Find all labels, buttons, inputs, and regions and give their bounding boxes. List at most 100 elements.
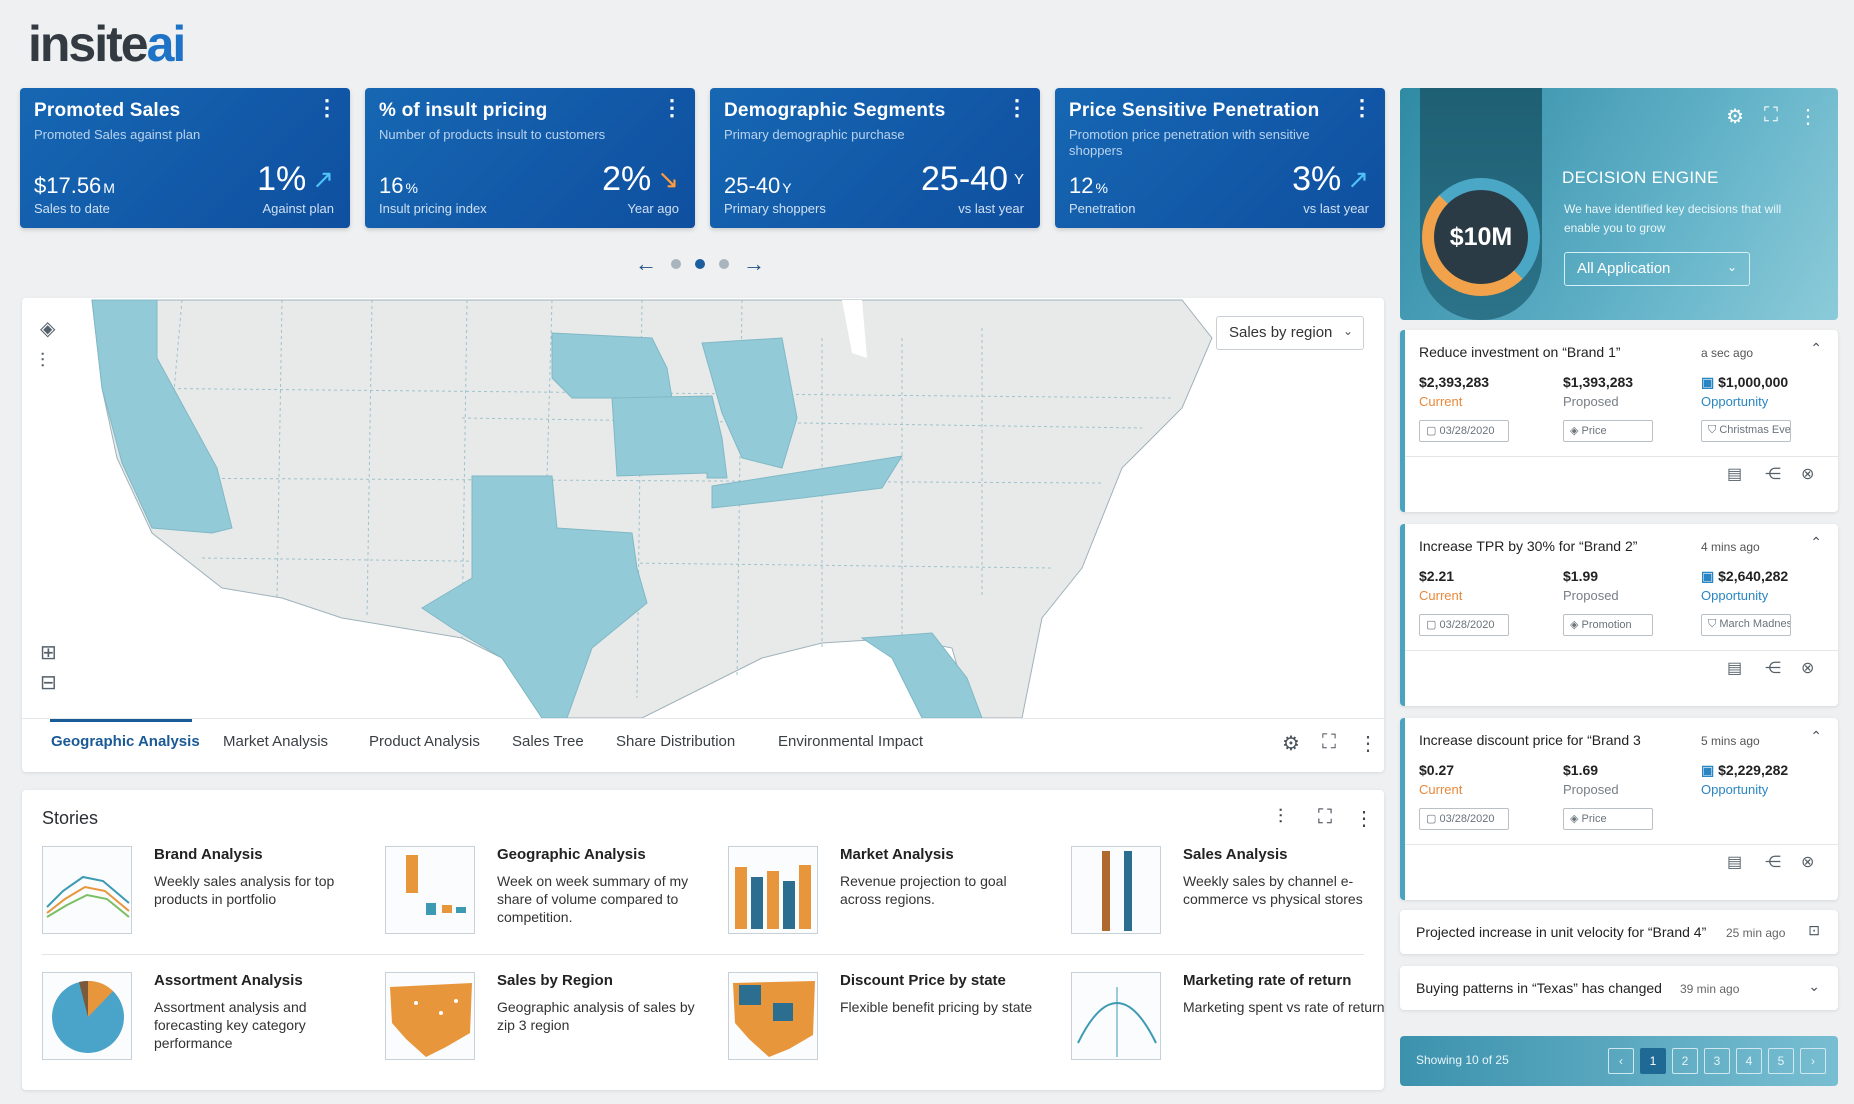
opportunity-icon: ▣ xyxy=(1701,568,1715,584)
fullscreen-icon[interactable]: ⛶ xyxy=(1322,731,1336,754)
kpi-card-insult-pricing[interactable]: % of insult pricing Number of products i… xyxy=(365,88,695,228)
close-icon[interactable]: ⊗ xyxy=(1801,852,1814,872)
more-vertical-icon[interactable]: ⋮ xyxy=(1351,97,1373,119)
story-discount-price-by-state[interactable]: Discount Price by state Flexible benefit… xyxy=(728,972,1058,1068)
story-marketing-rate-of-return[interactable]: Marketing rate of return Marketing spent… xyxy=(1071,972,1401,1068)
type-pill: ◈ Price xyxy=(1563,808,1653,830)
save-icon[interactable]: ▤ xyxy=(1727,658,1742,678)
chevron-down-icon: ⌄ xyxy=(1342,324,1353,338)
alert-item[interactable]: Buying patterns in “Texas” has changed 3… xyxy=(1400,966,1838,1010)
story-assortment-analysis[interactable]: Assortment Analysis Assortment analysis … xyxy=(42,972,372,1068)
chevron-up-icon[interactable]: ⌃ xyxy=(1810,340,1822,357)
expand-icon[interactable]: ⊡ xyxy=(1808,922,1820,939)
page-button[interactable]: 3 xyxy=(1704,1048,1730,1074)
calendar-icon: ▢ xyxy=(1426,425,1437,437)
bookmark-icon: ⛉ xyxy=(1708,618,1717,630)
stories-heading: Stories xyxy=(42,808,99,828)
more-vertical-icon[interactable]: ⋮ xyxy=(1006,97,1028,119)
carousel-dot[interactable] xyxy=(719,259,729,269)
type-pill: ◈ Price xyxy=(1563,420,1653,442)
us-map[interactable] xyxy=(22,298,1384,718)
kpi-title: Promoted Sales xyxy=(34,100,181,121)
story-market-analysis[interactable]: Market Analysis Revenue projection to go… xyxy=(728,846,1058,942)
chevron-up-icon[interactable]: ⌃ xyxy=(1810,534,1822,551)
chevron-down-icon[interactable]: ⌄ xyxy=(1808,978,1820,995)
kpi-card-demographic-segments[interactable]: Demographic Segments Primary demographic… xyxy=(710,88,1040,228)
zoom-out-icon[interactable]: ⊟ xyxy=(40,670,57,695)
alert-item[interactable]: Projected increase in unit velocity for … xyxy=(1400,910,1838,954)
more-vertical-icon[interactable]: ⋮ xyxy=(316,97,338,119)
story-thumbnail xyxy=(1071,846,1161,934)
story-geographic-analysis[interactable]: Geographic Analysis Week on week summary… xyxy=(385,846,715,942)
share-icon[interactable]: ⋲ xyxy=(1765,658,1781,678)
decision-engine-card: $10M DECISION ENGINE We have identified … xyxy=(1400,88,1838,320)
sales-by-region-select[interactable]: Sales by region ⌄ xyxy=(1216,316,1364,350)
kpi-subtitle: Number of products insult to customers xyxy=(379,127,606,142)
save-icon[interactable]: ▤ xyxy=(1727,464,1742,484)
pagination-bar: Showing 10 of 25 ‹ 1 2 3 4 5 › xyxy=(1400,1036,1838,1086)
tab-sales-tree[interactable]: Sales Tree xyxy=(512,733,584,750)
page-button[interactable]: 1 xyxy=(1640,1048,1666,1074)
story-brand-analysis[interactable]: Brand Analysis Weekly sales analysis for… xyxy=(42,846,372,942)
kpi-subtitle: Promotion price penetration with sensiti… xyxy=(1069,127,1310,158)
tab-share-distribution[interactable]: Share Distribution xyxy=(616,733,735,750)
opportunity-icon: ▣ xyxy=(1701,762,1715,778)
decision-amount-gauge: $10M xyxy=(1422,178,1540,296)
more-vertical-icon[interactable]: ⋮ xyxy=(1354,806,1374,831)
kpi-card-price-sensitive-penetration[interactable]: Price Sensitive Penetration Promotion pr… xyxy=(1055,88,1385,228)
opportunity-icon: ▣ xyxy=(1701,374,1715,390)
active-tab-indicator xyxy=(50,719,192,722)
story-thumbnail xyxy=(385,846,475,934)
date-pill: ▢ 03/28/2020 xyxy=(1419,614,1509,636)
application-select[interactable]: All Application ⌄ xyxy=(1564,252,1750,286)
carousel-dot[interactable] xyxy=(671,259,681,269)
more-vertical-icon[interactable]: ⋮ xyxy=(1798,104,1818,129)
more-vertical-icon[interactable]: ⋮ xyxy=(1358,731,1378,756)
next-page-button[interactable]: › xyxy=(1800,1048,1826,1074)
recommendation-card[interactable]: Increase discount price for “Brand 3 5 m… xyxy=(1400,718,1838,900)
state-missouri xyxy=(611,395,728,479)
page-button[interactable]: 5 xyxy=(1768,1048,1794,1074)
gear-icon[interactable]: ⚙ xyxy=(1726,104,1744,129)
tag-icon: ◈ xyxy=(1570,619,1579,631)
calendar-icon: ▢ xyxy=(1426,813,1437,825)
trend-down-icon: ↘ xyxy=(657,164,679,194)
close-icon[interactable]: ⊗ xyxy=(1801,658,1814,678)
page-button[interactable]: 2 xyxy=(1672,1048,1698,1074)
filter-sliders-icon[interactable]: ⫶ xyxy=(40,350,45,373)
tab-geographic-analysis[interactable]: Geographic Analysis xyxy=(51,733,200,750)
tag-icon: ◈ xyxy=(1570,425,1579,437)
recommendation-card[interactable]: Reduce investment on “Brand 1” a sec ago… xyxy=(1400,330,1838,512)
event-pill: ⛉ March Madness xyxy=(1701,614,1791,636)
more-vertical-icon[interactable]: ⋮ xyxy=(661,97,683,119)
analysis-tabs: Geographic Analysis Market Analysis Prod… xyxy=(22,718,1384,772)
tab-market-analysis[interactable]: Market Analysis xyxy=(223,733,328,750)
tab-product-analysis[interactable]: Product Analysis xyxy=(369,733,480,750)
prev-page-button[interactable]: ‹ xyxy=(1608,1048,1634,1074)
fullscreen-icon[interactable]: ⛶ xyxy=(1318,806,1332,829)
date-pill: ▢ 03/28/2020 xyxy=(1419,808,1509,830)
share-icon[interactable]: ⋲ xyxy=(1765,464,1781,484)
story-sales-analysis[interactable]: Sales Analysis Weekly sales by channel e… xyxy=(1071,846,1401,942)
calendar-icon: ▢ xyxy=(1426,619,1437,631)
save-icon[interactable]: ▤ xyxy=(1727,852,1742,872)
tab-environmental-impact[interactable]: Environmental Impact xyxy=(778,733,923,750)
share-icon[interactable]: ⋲ xyxy=(1765,852,1781,872)
kpi-title: Price Sensitive Penetration xyxy=(1069,100,1320,121)
recommendation-card[interactable]: Increase TPR by 30% for “Brand 2” 4 mins… xyxy=(1400,524,1838,706)
story-sales-by-region[interactable]: Sales by Region Geographic analysis of s… xyxy=(385,972,715,1068)
filter-sliders-icon[interactable]: ⫶ xyxy=(1278,806,1283,829)
page-button[interactable]: 4 xyxy=(1736,1048,1762,1074)
fullscreen-icon[interactable]: ⛶ xyxy=(1764,104,1778,129)
gear-icon[interactable]: ⚙ xyxy=(1282,731,1300,756)
arrow-right-icon[interactable]: → xyxy=(743,251,765,277)
kpi-card-promoted-sales[interactable]: Promoted Sales Promoted Sales against pl… xyxy=(20,88,350,228)
close-icon[interactable]: ⊗ xyxy=(1801,464,1814,484)
carousel-dot-active[interactable] xyxy=(695,259,705,269)
pagination-summary: Showing 10 of 25 xyxy=(1416,1053,1509,1067)
arrow-left-icon[interactable]: ← xyxy=(635,251,657,277)
event-pill: ⛉ Christmas Event xyxy=(1701,420,1791,442)
chevron-up-icon[interactable]: ⌃ xyxy=(1810,728,1822,745)
zoom-in-icon[interactable]: ⊞ xyxy=(40,640,57,665)
layers-icon[interactable]: ◈ xyxy=(40,316,55,341)
